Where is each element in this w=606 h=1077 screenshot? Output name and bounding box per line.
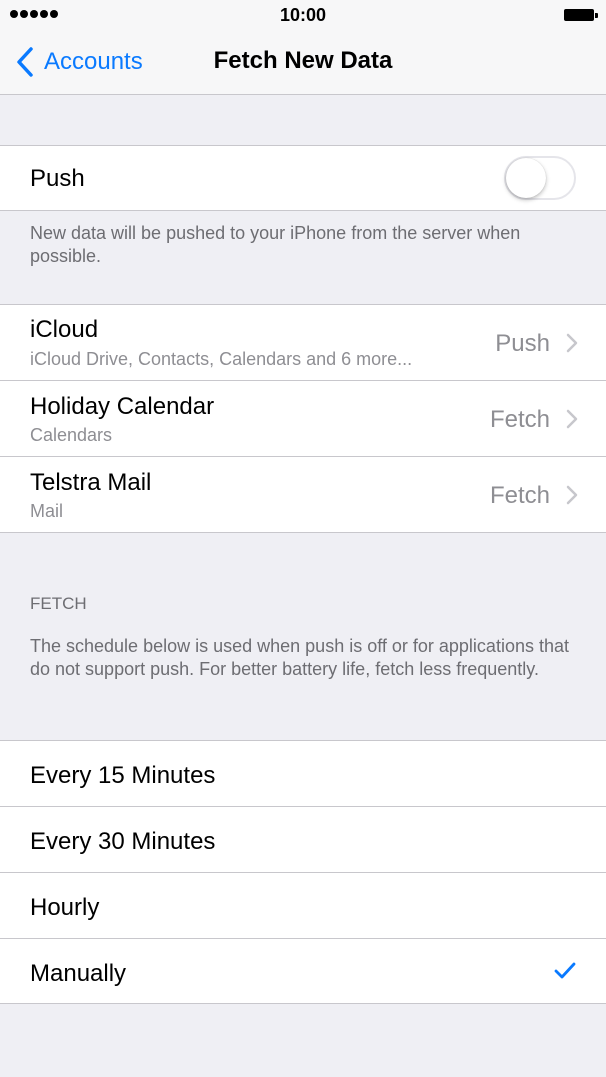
fetch-option-row[interactable]: Manually xyxy=(0,939,606,1003)
status-bar: 10:00 xyxy=(0,0,606,30)
account-detail: Calendars xyxy=(30,425,113,445)
toggle-knob xyxy=(506,158,546,198)
chevron-right-icon xyxy=(566,409,578,429)
account-detail: iCloud Drive, Contacts, Calendars and 6 … xyxy=(30,349,413,369)
account-fetch-value: Fetch xyxy=(489,482,550,509)
fetch-option-label: Hourly xyxy=(30,894,100,921)
account-fetch-value: Fetch xyxy=(489,406,550,433)
fetch-option-row[interactable]: Every 30 Minutes xyxy=(0,807,606,873)
push-label: Push xyxy=(30,165,85,192)
status-time: 10:00 xyxy=(279,5,327,25)
account-name: Telstra Mail xyxy=(30,469,152,496)
account-row-telstra-mail[interactable]: Telstra Mail Mail Fetch xyxy=(0,457,606,532)
fetch-description: The schedule below is used when push is … xyxy=(30,636,569,679)
push-toggle[interactable] xyxy=(504,156,576,200)
account-name: Holiday Calendar xyxy=(30,393,215,420)
push-footer-text: New data will be pushed to your iPhone f… xyxy=(30,223,521,266)
navigation-bar: Accounts Fetch New Data xyxy=(0,30,606,95)
account-fetch-value: Push xyxy=(495,330,550,357)
fetch-option-row[interactable]: Hourly xyxy=(0,873,606,939)
fetch-option-row[interactable]: Every 15 Minutes xyxy=(0,741,606,807)
push-group: Push xyxy=(0,145,606,211)
chevron-right-icon xyxy=(566,333,578,353)
account-name: iCloud xyxy=(30,316,99,343)
account-row-holiday-calendar[interactable]: Holiday Calendar Calendars Fetch xyxy=(0,381,606,457)
fetch-option-label: Every 15 Minutes xyxy=(30,762,216,789)
fetch-section-header: FETCH xyxy=(30,594,87,613)
battery-icon xyxy=(564,9,598,21)
account-row-icloud[interactable]: iCloud iCloud Drive, Contacts, Calendars… xyxy=(0,305,606,381)
chevron-right-icon xyxy=(566,485,578,505)
account-detail: Mail xyxy=(30,501,64,521)
fetch-option-label: Manually xyxy=(30,960,127,987)
fetch-options-group: Every 15 Minutes Every 30 Minutes Hourly… xyxy=(0,740,606,1004)
fetch-option-label: Every 30 Minutes xyxy=(30,828,216,855)
page-title: Fetch New Data xyxy=(213,47,393,74)
checkmark-icon xyxy=(554,962,576,979)
accounts-group: iCloud iCloud Drive, Contacts, Calendars… xyxy=(0,304,606,533)
